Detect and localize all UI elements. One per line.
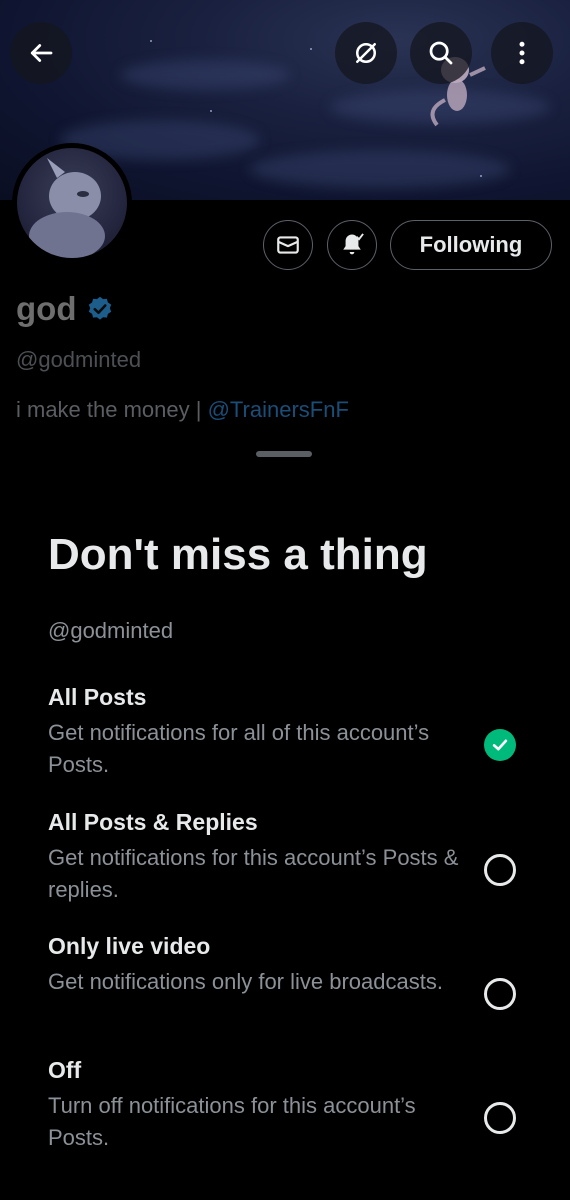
circle-slash-icon: [356, 43, 376, 63]
option-description: Get notifications for this account’s Pos…: [48, 845, 459, 902]
notifications-button[interactable]: [327, 220, 377, 270]
profile-handle: @godminted: [16, 347, 142, 372]
option-only-live-video[interactable]: Only live video Get notifications only f…: [48, 933, 528, 998]
radio-all-posts-replies[interactable]: [484, 854, 516, 886]
more-options-button[interactable]: [491, 22, 553, 84]
option-description: Turn off notifications for this account’…: [48, 1093, 416, 1150]
message-button[interactable]: [263, 220, 313, 270]
option-title: Off: [48, 1057, 82, 1083]
profile-avatar[interactable]: [12, 143, 132, 263]
arrow-left-icon: [30, 44, 53, 62]
translate-toggle-button[interactable]: [335, 22, 397, 84]
option-title: Only live video: [48, 933, 211, 959]
option-description: Get notifications for all of this accoun…: [48, 720, 430, 777]
radio-off[interactable]: [484, 1102, 516, 1134]
check-icon: [492, 739, 508, 751]
sheet-subtitle: @godminted: [48, 618, 174, 643]
profile-bio: i make the money | @TrainersFnF: [16, 397, 349, 423]
profile-name-row: god: [16, 290, 114, 328]
option-description: Get notifications only for live broadcas…: [48, 969, 443, 994]
option-title: All Posts: [48, 684, 147, 710]
verified-badge-icon: [89, 296, 112, 320]
sheet-title: Don't miss a thing: [48, 530, 428, 579]
bell-check-icon: [343, 233, 364, 255]
profile-name: god: [16, 290, 77, 327]
option-title: All Posts & Replies: [48, 809, 258, 835]
option-all-posts[interactable]: All Posts Get notifications for all of t…: [48, 684, 528, 781]
search-icon: [429, 41, 453, 65]
avatar-art: [29, 158, 105, 258]
back-button[interactable]: [10, 22, 72, 84]
more-vertical-icon: [519, 41, 525, 65]
option-all-posts-replies[interactable]: All Posts & Replies Get notifications fo…: [48, 809, 528, 906]
search-button[interactable]: [410, 22, 472, 84]
sheet-drag-handle[interactable]: [256, 451, 312, 457]
radio-only-live-video[interactable]: [484, 978, 516, 1010]
bio-mention-link[interactable]: @TrainersFnF: [208, 397, 349, 422]
following-button[interactable]: Following: [390, 220, 552, 270]
option-off[interactable]: Off Turn off notifications for this acco…: [48, 1057, 528, 1154]
bio-text: i make the money |: [16, 397, 208, 422]
envelope-icon: [277, 236, 299, 254]
radio-all-posts[interactable]: [484, 729, 516, 761]
